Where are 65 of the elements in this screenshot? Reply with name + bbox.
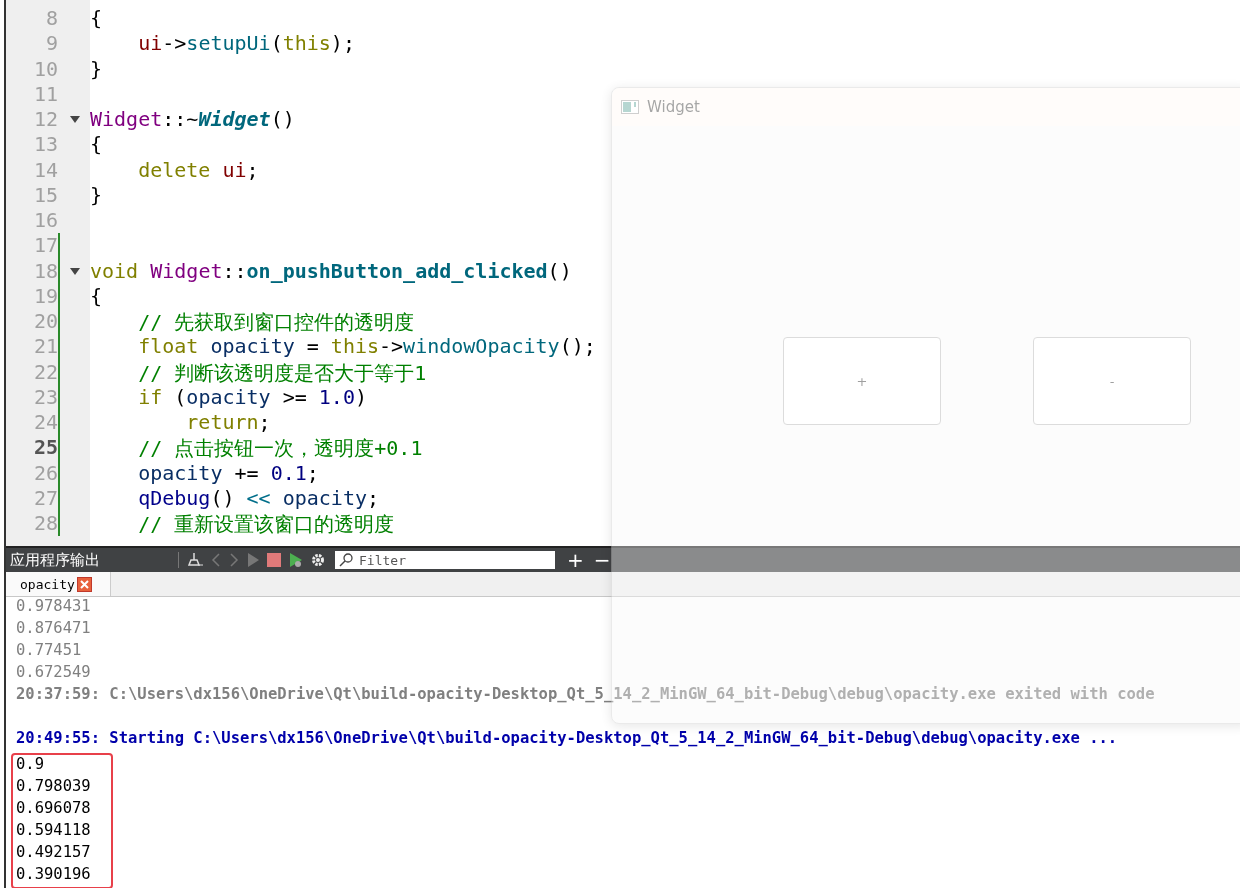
- code-line: float opacity = this->windowOpacity();: [137, 334, 596, 360]
- line-number: 11: [32, 81, 58, 107]
- code-line: }: [90, 56, 103, 82]
- output-line: 0.9: [15, 755, 44, 775]
- output-line: 0.672549: [15, 663, 91, 683]
- settings-icon[interactable]: [311, 553, 325, 567]
- code-line: // 重新设置该窗口的透明度: [137, 511, 395, 537]
- line-number: 15: [32, 182, 58, 208]
- output-line: 0.77451: [15, 641, 82, 661]
- fold-arrow-icon[interactable]: [70, 267, 80, 275]
- code-line: {: [90, 283, 103, 309]
- toolbar-button[interactable]: +: [563, 550, 588, 570]
- line-number: 23: [32, 384, 58, 410]
- toolbar-button[interactable]: −: [589, 550, 615, 570]
- output-line: 0.492157: [15, 843, 91, 863]
- output-line: 0.696078: [15, 799, 91, 819]
- line-number: 19: [32, 283, 58, 309]
- code-line: ui->setupUi(this);: [137, 31, 355, 57]
- code-line: // 点击按钮一次，透明度+0.1: [137, 435, 423, 461]
- code-line: delete ui;: [137, 157, 259, 183]
- output-line: 0.876471: [15, 619, 91, 639]
- code-line: opacity += 0.1;: [137, 460, 319, 486]
- line-number: 25: [32, 435, 58, 461]
- line-number: 12: [32, 107, 58, 133]
- code-line: {: [90, 132, 103, 158]
- code-line: // 先获取到窗口控件的透明度: [137, 309, 415, 335]
- code-line: return;: [185, 410, 271, 436]
- line-number: 27: [32, 485, 58, 511]
- code-line: qDebug() << opacity;: [137, 485, 379, 511]
- line-number: 17: [32, 233, 58, 259]
- line-number: 10: [32, 56, 58, 82]
- window-icon: [621, 100, 639, 114]
- fold-arrow-icon[interactable]: [70, 116, 80, 124]
- output-tab[interactable]: opacity: [6, 572, 111, 596]
- line-number: 8: [44, 6, 58, 32]
- output-line: 0.594118: [15, 821, 91, 841]
- line-number: 28: [32, 511, 58, 537]
- code-line: // 判断该透明度是否大于等于1: [137, 359, 427, 385]
- code-line: void Widget::on_pushButton_add_clicked(): [90, 258, 572, 284]
- output-line: 0.390196: [15, 865, 91, 885]
- code-line: Widget::~Widget(): [90, 107, 295, 133]
- line-number: 26: [32, 460, 58, 486]
- close-icon[interactable]: [76, 576, 92, 592]
- line-number: 24: [32, 410, 58, 436]
- pane-title: 应用程序输出: [9, 550, 101, 570]
- line-number: 22: [32, 359, 58, 385]
- line-number: 18: [32, 258, 58, 284]
- line-number: 9: [44, 31, 58, 57]
- line-number: 16: [32, 208, 58, 234]
- line-number: 14: [32, 157, 58, 183]
- search-icon: [339, 553, 355, 567]
- line-number: 13: [32, 132, 58, 158]
- broom-icon[interactable]: [187, 552, 203, 568]
- output-line: 0.798039: [15, 777, 91, 797]
- line-number: 20: [32, 309, 58, 335]
- code-line: {: [90, 6, 103, 32]
- code-line: if (opacity >= 1.0): [137, 384, 367, 410]
- code-line: }: [90, 182, 103, 208]
- play-bug-icon[interactable]: [289, 552, 303, 568]
- output-line: 20:49:55: Starting C:\Users\dx156\OneDrive\Qt\build-opacity-Desktop_Qt_5_14_2_MinGW_64_bit-Debug\debug\opacity.exe ...: [15, 729, 1118, 749]
- line-number: 21: [32, 334, 58, 360]
- filter-field[interactable]: Filter: [335, 551, 555, 569]
- output-line: 0.978431: [15, 597, 91, 617]
- window-title: Widget: [647, 98, 700, 116]
- output-line: 20:37:59: C:\Users\dx156\OneDrive\Qt\build-opacity-Desktop_Qt_5_14_2_MinGW_64_bit-Debug\debug\opacity.exe exited with code: [15, 685, 1155, 705]
